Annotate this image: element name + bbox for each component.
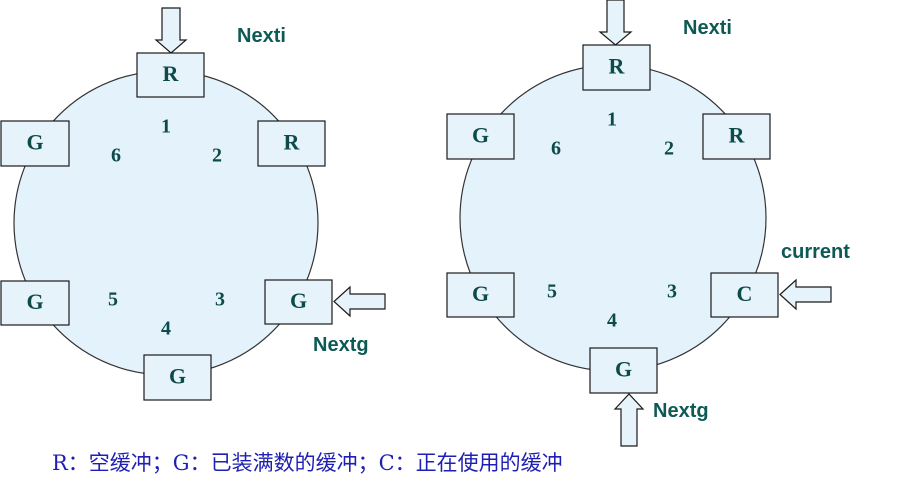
left-slot-number: 3 [215,289,225,311]
left-slot-number: 5 [108,289,118,311]
right-buffer-label: G [472,123,489,148]
left-buffer-slot-2: R [257,120,326,167]
left-buffer-slot-5: G [0,280,70,326]
left-buffer-slot-6: G [0,120,70,167]
right-slot-number: 6 [551,138,561,160]
left-buffer-slot-4: G [143,354,212,401]
right-nextg-arrow [613,393,645,447]
right-nexti-arrow [598,0,633,46]
left-nextg-arrow [333,285,386,318]
right-nexti-label: Nexti [683,17,732,39]
right-buffer-label: G [615,357,632,382]
left-slot-number: 6 [111,145,121,167]
left-slot-number: 1 [161,116,171,138]
right-buffer-slot-5: G [446,272,515,318]
right-buffer-slot-4: G [589,347,658,394]
right-buffer-slot-3: C [710,272,779,318]
left-nextg-label: Nextg [313,334,369,356]
right-buffer-label: G [472,281,489,306]
right-buffer-label: R [729,123,746,148]
right-nextg-label: Nextg [653,400,709,422]
left-buffer-label: G [169,364,186,389]
left-ring: Nexti R R G G G G 1 2 3 4 5 6 Nextg [0,7,386,401]
left-buffer-slot-3: G [264,279,333,325]
left-nexti-label: Nexti [237,25,286,47]
right-current-arrow [779,278,832,311]
left-slot-number: 4 [161,318,171,340]
left-buffer-label: R [163,61,180,86]
left-nexti-arrow [154,7,188,54]
left-buffer-label: G [290,288,307,313]
right-buffer-slot-6: G [446,113,515,160]
legend-text: R：空缓冲；G：已装满数的缓冲；C：正在使用的缓冲 [52,451,563,475]
right-buffer-slot-2: R [702,113,771,160]
left-slot-number: 2 [212,145,222,167]
left-buffer-label: G [26,130,43,155]
right-slot-number: 5 [547,281,557,303]
ring-buffer-diagram: Nexti R R G G G G 1 2 3 4 5 6 Nextg Next… [0,0,850,447]
left-buffer-label: G [26,289,43,314]
right-current-label: current [781,241,850,263]
right-slot-number: 2 [664,138,674,160]
right-buffer-slot-1: R [582,44,651,91]
right-ring: Nexti R R C G G G 1 2 3 4 5 6 current Ne… [446,0,850,447]
right-buffer-label: R [609,54,626,79]
right-slot-number: 4 [607,310,617,332]
right-slot-number: 1 [607,109,617,131]
left-buffer-label: R [284,130,301,155]
right-buffer-label: C [737,281,753,306]
right-slot-number: 3 [667,281,677,303]
left-buffer-slot-1: R [136,52,205,98]
